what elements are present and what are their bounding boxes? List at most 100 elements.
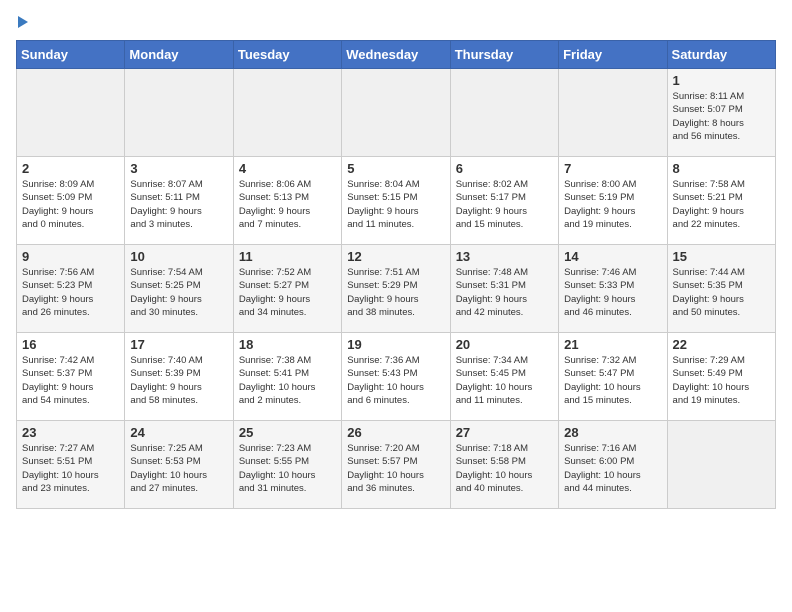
day-info: Sunrise: 7:58 AM Sunset: 5:21 PM Dayligh… — [673, 178, 770, 231]
day-number: 28 — [564, 425, 661, 440]
calendar-cell: 3 Sunrise: 8:07 AM Sunset: 5:11 PM Daylig… — [125, 157, 233, 245]
day-number: 18 — [239, 337, 336, 352]
day-number: 25 — [239, 425, 336, 440]
calendar-cell: 8 Sunrise: 7:58 AM Sunset: 5:21 PM Daylig… — [667, 157, 775, 245]
day-number: 4 — [239, 161, 336, 176]
day-number: 19 — [347, 337, 444, 352]
calendar-cell: 7Sunrise: 8:00 AM Sunset: 5:19 PM Daylig… — [559, 157, 667, 245]
day-info: Sunrise: 7:34 AM Sunset: 5:45 PM Dayligh… — [456, 354, 553, 407]
day-number: 11 — [239, 249, 336, 264]
day-info: Sunrise: 7:54 AM Sunset: 5:25 PM Dayligh… — [130, 266, 227, 319]
calendar-cell: 27 Sunrise: 7:18 AM Sunset: 5:58 PM Dayli… — [450, 421, 558, 509]
day-info: Sunrise: 7:42 AM Sunset: 5:37 PM Dayligh… — [22, 354, 119, 407]
day-number: 10 — [130, 249, 227, 264]
calendar-week-row: 9 Sunrise: 7:56 AM Sunset: 5:23 PM Daylig… — [17, 245, 776, 333]
day-number: 22 — [673, 337, 770, 352]
day-number: 12 — [347, 249, 444, 264]
calendar-cell: 6 Sunrise: 8:02 AM Sunset: 5:17 PM Daylig… — [450, 157, 558, 245]
day-info: Sunrise: 7:46 AM Sunset: 5:33 PM Dayligh… — [564, 266, 661, 319]
calendar-cell — [233, 69, 341, 157]
day-header-thursday: Thursday — [450, 41, 558, 69]
day-info: Sunrise: 7:32 AM Sunset: 5:47 PM Dayligh… — [564, 354, 661, 407]
calendar-cell: 4 Sunrise: 8:06 AM Sunset: 5:13 PM Daylig… — [233, 157, 341, 245]
day-info: Sunrise: 8:04 AM Sunset: 5:15 PM Dayligh… — [347, 178, 444, 231]
calendar-cell: 25 Sunrise: 7:23 AM Sunset: 5:55 PM Dayli… — [233, 421, 341, 509]
calendar-cell: 22 Sunrise: 7:29 AM Sunset: 5:49 PM Dayli… — [667, 333, 775, 421]
day-info: Sunrise: 8:06 AM Sunset: 5:13 PM Dayligh… — [239, 178, 336, 231]
day-number: 9 — [22, 249, 119, 264]
day-number: 3 — [130, 161, 227, 176]
day-number: 14 — [564, 249, 661, 264]
calendar-cell — [342, 69, 450, 157]
calendar-cell: 11 Sunrise: 7:52 AM Sunset: 5:27 PM Dayli… — [233, 245, 341, 333]
page-header — [16, 16, 776, 28]
day-info: Sunrise: 7:36 AM Sunset: 5:43 PM Dayligh… — [347, 354, 444, 407]
day-info: Sunrise: 8:02 AM Sunset: 5:17 PM Dayligh… — [456, 178, 553, 231]
day-number: 20 — [456, 337, 553, 352]
calendar-cell: 18Sunrise: 7:38 AM Sunset: 5:41 PM Dayli… — [233, 333, 341, 421]
day-header-friday: Friday — [559, 41, 667, 69]
day-number: 24 — [130, 425, 227, 440]
calendar-cell: 21 Sunrise: 7:32 AM Sunset: 5:47 PM Dayli… — [559, 333, 667, 421]
calendar-cell: 1 Sunrise: 8:11 AM Sunset: 5:07 PM Daylig… — [667, 69, 775, 157]
calendar-cell: 24 Sunrise: 7:25 AM Sunset: 5:53 PM Dayli… — [125, 421, 233, 509]
day-number: 1 — [673, 73, 770, 88]
day-info: Sunrise: 7:25 AM Sunset: 5:53 PM Dayligh… — [130, 442, 227, 495]
day-info: Sunrise: 7:40 AM Sunset: 5:39 PM Dayligh… — [130, 354, 227, 407]
day-header-wednesday: Wednesday — [342, 41, 450, 69]
day-header-saturday: Saturday — [667, 41, 775, 69]
calendar-cell — [667, 421, 775, 509]
day-info: Sunrise: 7:29 AM Sunset: 5:49 PM Dayligh… — [673, 354, 770, 407]
calendar-cell: 9 Sunrise: 7:56 AM Sunset: 5:23 PM Daylig… — [17, 245, 125, 333]
day-number: 13 — [456, 249, 553, 264]
calendar-cell: 2Sunrise: 8:09 AM Sunset: 5:09 PM Daylig… — [17, 157, 125, 245]
calendar-cell: 12 Sunrise: 7:51 AM Sunset: 5:29 PM Dayli… — [342, 245, 450, 333]
day-info: Sunrise: 7:52 AM Sunset: 5:27 PM Dayligh… — [239, 266, 336, 319]
calendar-cell — [559, 69, 667, 157]
calendar-cell: 19 Sunrise: 7:36 AM Sunset: 5:43 PM Dayli… — [342, 333, 450, 421]
day-number: 6 — [456, 161, 553, 176]
day-number: 16 — [22, 337, 119, 352]
day-number: 27 — [456, 425, 553, 440]
day-info: Sunrise: 8:07 AM Sunset: 5:11 PM Dayligh… — [130, 178, 227, 231]
calendar-cell: 23Sunrise: 7:27 AM Sunset: 5:51 PM Dayli… — [17, 421, 125, 509]
calendar-cell: 13 Sunrise: 7:48 AM Sunset: 5:31 PM Dayli… — [450, 245, 558, 333]
day-header-tuesday: Tuesday — [233, 41, 341, 69]
day-number: 26 — [347, 425, 444, 440]
calendar-week-row: 1 Sunrise: 8:11 AM Sunset: 5:07 PM Daylig… — [17, 69, 776, 157]
calendar-cell — [450, 69, 558, 157]
calendar-cell — [125, 69, 233, 157]
calendar-week-row: 16 Sunrise: 7:42 AM Sunset: 5:37 PM Dayli… — [17, 333, 776, 421]
day-info: Sunrise: 7:51 AM Sunset: 5:29 PM Dayligh… — [347, 266, 444, 319]
calendar-week-row: 2Sunrise: 8:09 AM Sunset: 5:09 PM Daylig… — [17, 157, 776, 245]
calendar-week-row: 23Sunrise: 7:27 AM Sunset: 5:51 PM Dayli… — [17, 421, 776, 509]
day-number: 7 — [564, 161, 661, 176]
calendar-cell: 17 Sunrise: 7:40 AM Sunset: 5:39 PM Dayli… — [125, 333, 233, 421]
day-info: Sunrise: 7:18 AM Sunset: 5:58 PM Dayligh… — [456, 442, 553, 495]
day-info: Sunrise: 8:09 AM Sunset: 5:09 PM Dayligh… — [22, 178, 119, 231]
calendar-cell: 14 Sunrise: 7:46 AM Sunset: 5:33 PM Dayli… — [559, 245, 667, 333]
day-info: Sunrise: 7:23 AM Sunset: 5:55 PM Dayligh… — [239, 442, 336, 495]
day-info: Sunrise: 7:16 AM Sunset: 6:00 PM Dayligh… — [564, 442, 661, 495]
calendar-cell: 26 Sunrise: 7:20 AM Sunset: 5:57 PM Dayli… — [342, 421, 450, 509]
calendar-header-row: SundayMondayTuesdayWednesdayThursdayFrid… — [17, 41, 776, 69]
calendar-cell: 20 Sunrise: 7:34 AM Sunset: 5:45 PM Dayli… — [450, 333, 558, 421]
day-info: Sunrise: 7:48 AM Sunset: 5:31 PM Dayligh… — [456, 266, 553, 319]
logo — [16, 16, 28, 28]
day-header-monday: Monday — [125, 41, 233, 69]
day-info: Sunrise: 7:56 AM Sunset: 5:23 PM Dayligh… — [22, 266, 119, 319]
day-number: 15 — [673, 249, 770, 264]
day-info: Sunrise: 7:27 AM Sunset: 5:51 PM Dayligh… — [22, 442, 119, 495]
calendar-cell: 28 Sunrise: 7:16 AM Sunset: 6:00 PM Dayli… — [559, 421, 667, 509]
day-number: 8 — [673, 161, 770, 176]
calendar-cell: 16 Sunrise: 7:42 AM Sunset: 5:37 PM Dayli… — [17, 333, 125, 421]
day-number: 17 — [130, 337, 227, 352]
day-number: 5 — [347, 161, 444, 176]
day-info: Sunrise: 7:20 AM Sunset: 5:57 PM Dayligh… — [347, 442, 444, 495]
day-info: Sunrise: 8:11 AM Sunset: 5:07 PM Dayligh… — [673, 90, 770, 143]
day-number: 21 — [564, 337, 661, 352]
day-info: Sunrise: 7:44 AM Sunset: 5:35 PM Dayligh… — [673, 266, 770, 319]
logo-triangle-icon — [18, 16, 28, 28]
day-header-sunday: Sunday — [17, 41, 125, 69]
calendar-table: SundayMondayTuesdayWednesdayThursdayFrid… — [16, 40, 776, 509]
